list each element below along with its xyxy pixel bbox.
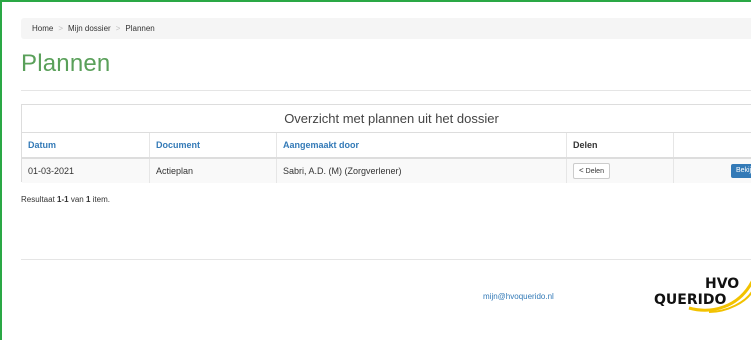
pagination-summary: Resultaat 1-1 van 1 item. xyxy=(21,195,110,204)
logo-text-hvo: HVO xyxy=(705,276,739,292)
cell-actions: Bekijk xyxy=(673,158,751,183)
breadcrumb-separator: > xyxy=(58,24,64,33)
column-header-document[interactable]: Document xyxy=(149,133,277,159)
share-button[interactable]: < Delen xyxy=(573,163,610,179)
logo-text-querido: QUERIDO xyxy=(654,292,726,308)
title-divider xyxy=(21,90,751,91)
cell-date: 01-03-2021 xyxy=(28,166,75,176)
table-header-row: Datum Document Aangemaakt door Delen xyxy=(22,133,751,159)
breadcrumb-my-file-link[interactable]: Mijn dossier xyxy=(68,24,111,33)
plans-panel: Overzicht met plannen uit het dossier Da… xyxy=(21,104,751,183)
column-header-date[interactable]: Datum xyxy=(22,133,150,159)
cell-share: < Delen xyxy=(566,158,674,183)
column-header-actions xyxy=(673,133,751,159)
panel-heading: Overzicht met plannen uit het dossier xyxy=(22,105,751,133)
pagination-prefix: Resultaat xyxy=(21,195,58,204)
breadcrumb-home-link[interactable]: Home xyxy=(32,24,53,33)
page-title: Plannen xyxy=(21,50,111,77)
pagination-middle: van xyxy=(68,195,86,204)
view-button[interactable]: Bekijk xyxy=(731,164,751,178)
pagination-suffix: item. xyxy=(90,195,110,204)
table-row: 01-03-2021 Actieplan Sabri, A.D. (M) (Zo… xyxy=(22,158,751,183)
breadcrumb: Home > Mijn dossier > Plannen xyxy=(21,18,751,39)
hvo-querido-logo: HVO QUERIDO xyxy=(654,276,751,313)
footer-divider xyxy=(21,259,751,260)
cell-document: Actieplan xyxy=(149,158,277,183)
breadcrumb-separator: > xyxy=(115,24,121,33)
column-header-share: Delen xyxy=(566,133,674,159)
pagination-range: 1-1 xyxy=(57,195,69,204)
breadcrumb-current: Plannen xyxy=(125,24,155,33)
cell-created-by: Sabri, A.D. (M) (Zorgverlener) xyxy=(276,158,567,183)
footer-email-link[interactable]: mijn@hvoquerido.nl xyxy=(483,292,554,301)
plans-table: Datum Document Aangemaakt door Delen 01-… xyxy=(22,133,751,183)
share-button-label: Delen xyxy=(585,168,604,175)
column-header-created-by[interactable]: Aangemaakt door xyxy=(276,133,567,159)
app-frame: Home > Mijn dossier > Plannen Plannen Overzi… xyxy=(0,0,751,340)
share-icon: < xyxy=(579,166,584,175)
